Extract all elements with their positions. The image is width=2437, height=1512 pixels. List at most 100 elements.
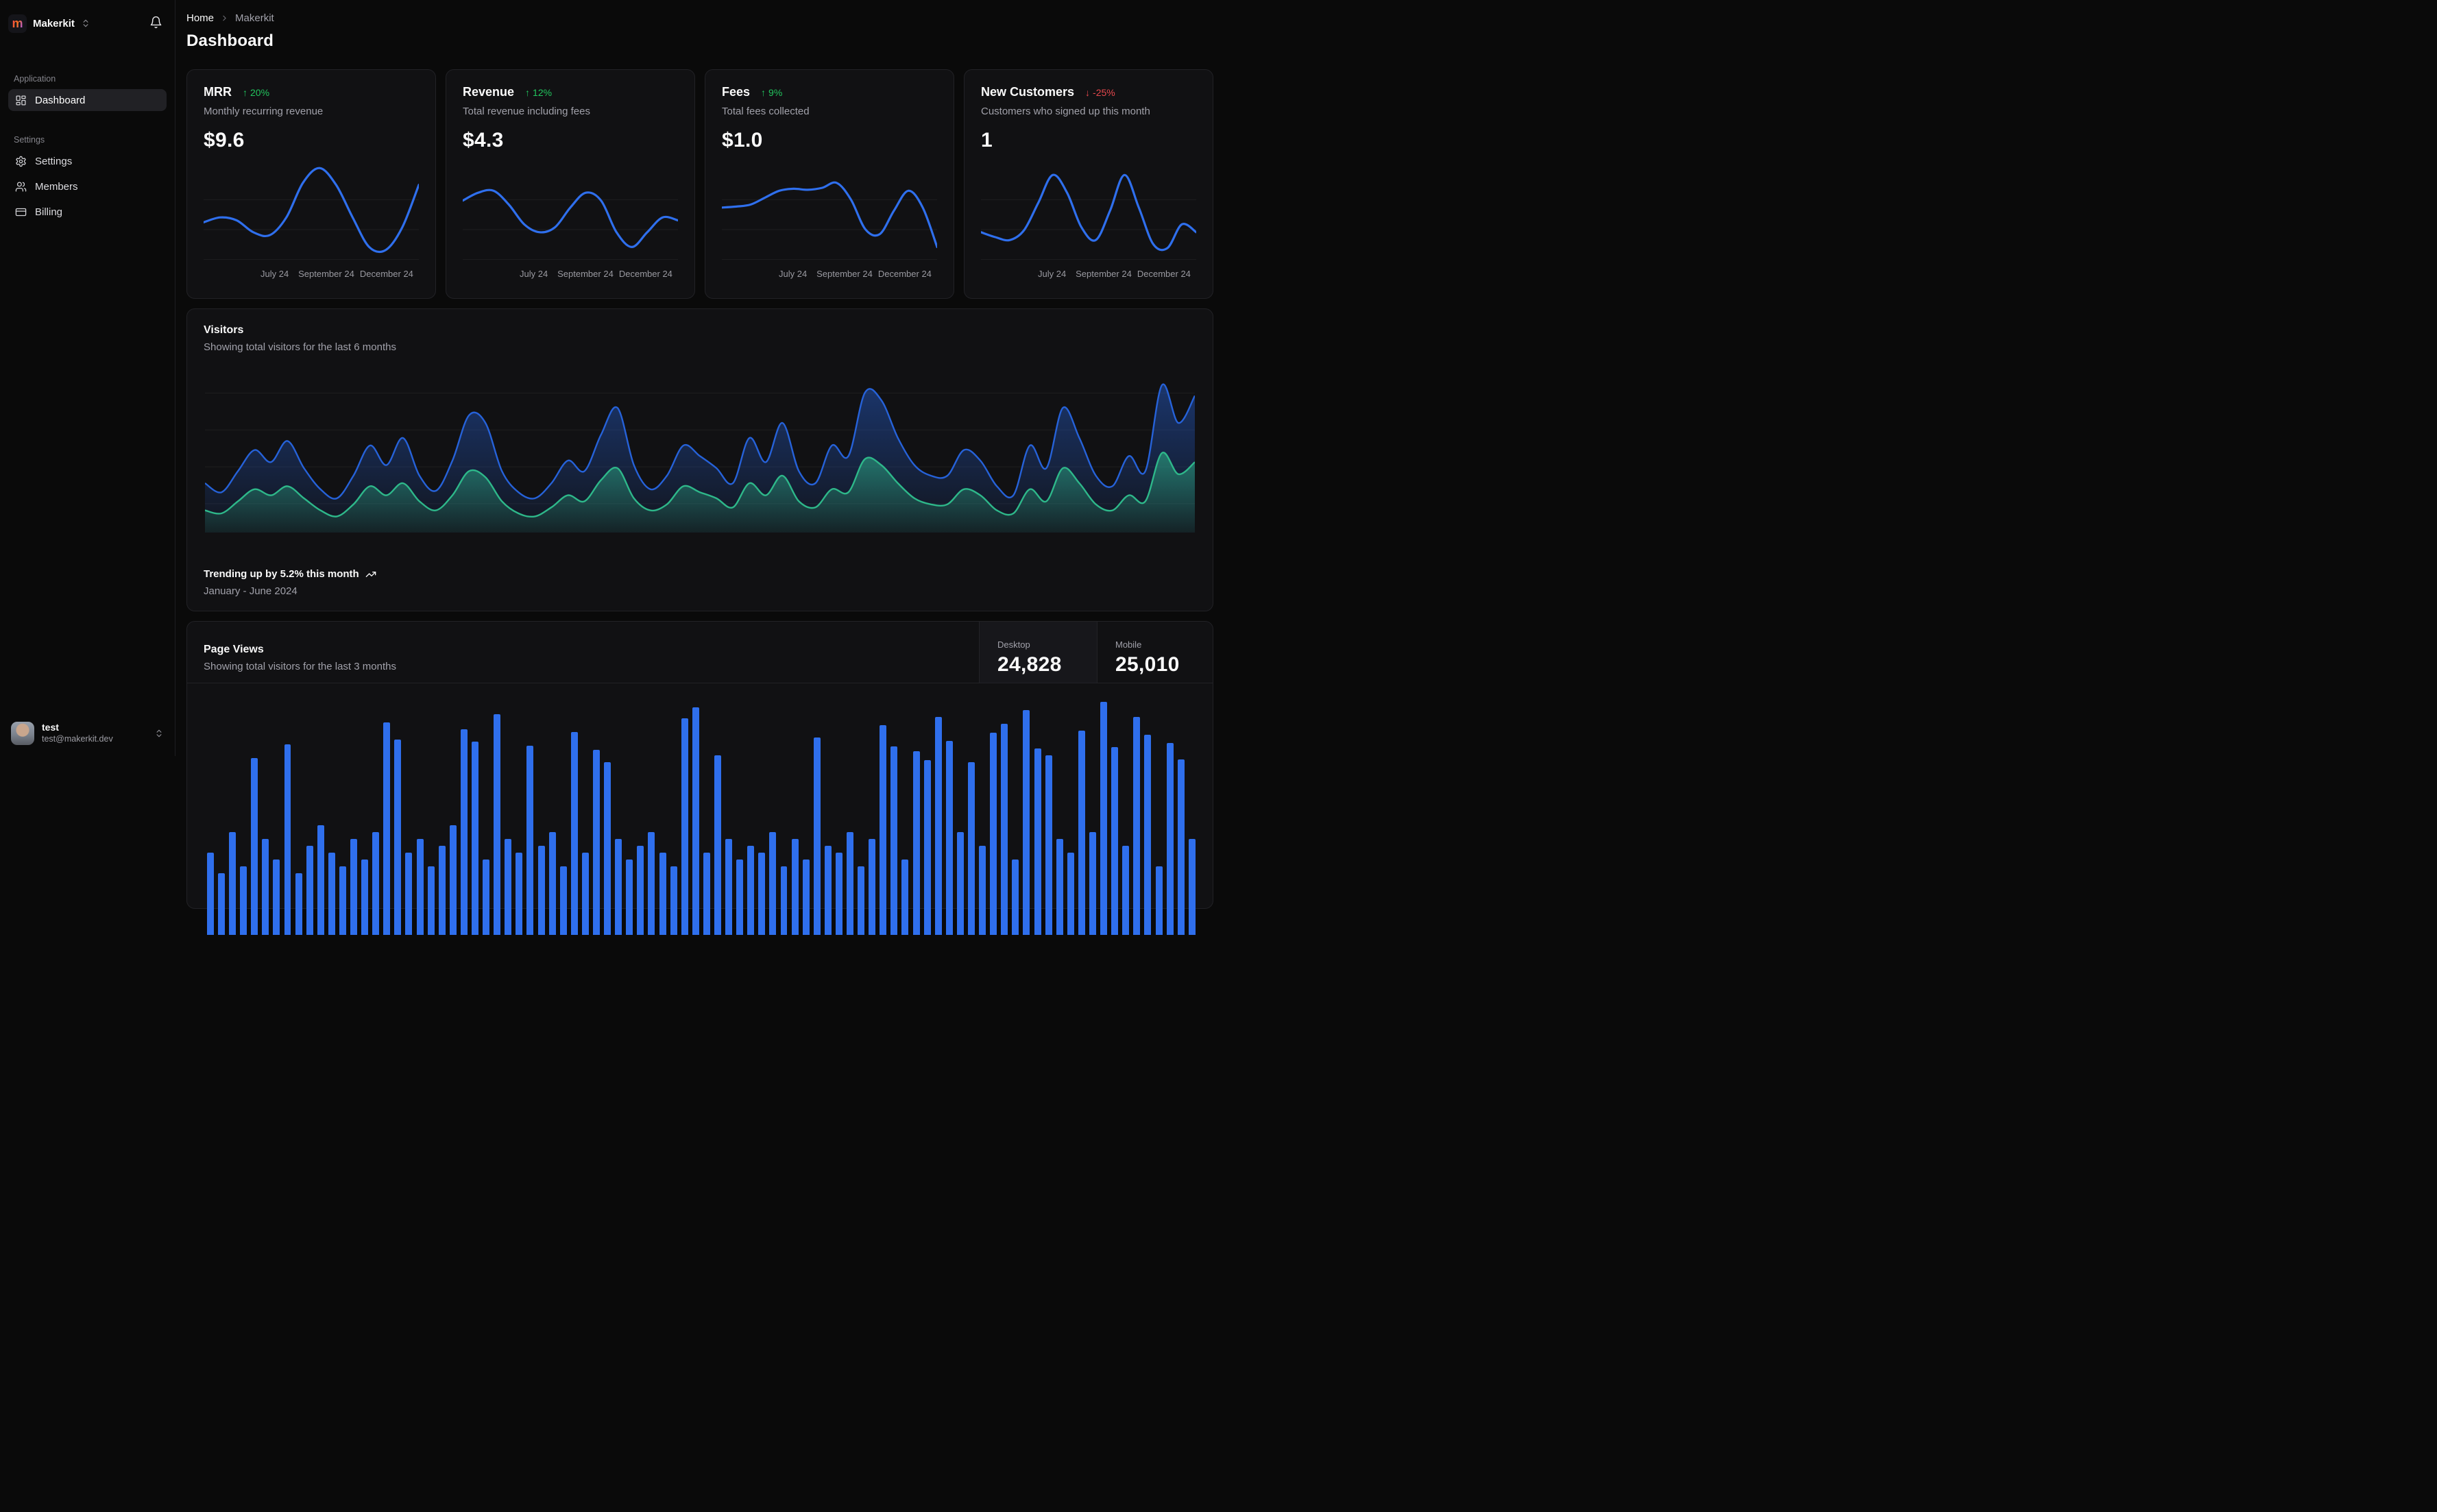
x-axis-ticks: July 24 September 24 December 24: [204, 269, 419, 280]
axis-tick-label: July 24: [260, 269, 289, 279]
bar: [912, 751, 920, 935]
fees-sparkline-chart: [722, 159, 937, 266]
bar: [494, 714, 501, 935]
metric-title: New Customers: [981, 85, 1075, 99]
page-views-subtitle: Showing total visitors for the last 3 mo…: [204, 661, 396, 672]
bar: [240, 866, 247, 935]
bar: [869, 839, 876, 935]
notifications-button[interactable]: [147, 13, 165, 34]
bar: [383, 722, 391, 935]
bell-icon: [149, 16, 162, 29]
bar: [659, 853, 666, 935]
axis-tick-label: December 24: [1137, 269, 1191, 279]
bar: [483, 859, 490, 935]
bar: [449, 825, 457, 935]
metric-title: Fees: [722, 85, 751, 99]
workspace-selector[interactable]: m Makerkit: [8, 14, 147, 33]
bar: [1100, 702, 1108, 935]
bar: [284, 744, 291, 935]
user-menu[interactable]: test test@makerkit.dev: [8, 719, 167, 748]
bar: [460, 729, 468, 935]
bar: [350, 839, 358, 935]
user-name: test: [42, 722, 59, 733]
mrr-line: [204, 168, 419, 252]
metric-value: $4.3: [463, 129, 504, 151]
bar: [637, 846, 644, 935]
sidebar-item-settings[interactable]: Settings: [8, 150, 167, 172]
bar: [1122, 846, 1130, 935]
bar: [295, 873, 302, 935]
gear-icon: [15, 156, 27, 167]
metric-value: $1.0: [722, 129, 763, 151]
bar: [802, 859, 810, 935]
main-content: Home Makerkit Dashboard MRR ↑ 20% Monthly…: [175, 0, 1219, 935]
bar: [570, 732, 578, 935]
trend-arrow-icon: ↑: [525, 87, 531, 98]
breadcrumb-home-link[interactable]: Home: [186, 12, 214, 24]
bar: [847, 832, 854, 935]
bar: [692, 707, 699, 935]
bar: [890, 746, 898, 935]
bar: [251, 758, 258, 935]
bar: [1188, 839, 1196, 935]
bar: [317, 825, 324, 935]
bar: [1133, 717, 1141, 935]
bar: [615, 839, 622, 935]
bar: [769, 832, 777, 935]
sidebar-item-label: Members: [35, 180, 78, 193]
bar: [956, 832, 964, 935]
new-customers-line: [981, 175, 1196, 250]
metric-subtitle: Total revenue including fees: [463, 106, 590, 117]
sidebar-header: m Makerkit: [8, 10, 167, 37]
axis-tick-label: September 24: [816, 269, 873, 279]
bar: [858, 866, 865, 935]
bar: [581, 853, 589, 935]
bar: [670, 866, 677, 935]
new-customers-sparkline-chart: [981, 159, 1196, 266]
user-info: test test@makerkit.dev: [42, 722, 113, 744]
bar: [1012, 859, 1019, 935]
sidebar: m Makerkit Application Dashboard Setting…: [0, 0, 175, 756]
page-views-card: Page Views Showing total visitors for th…: [186, 621, 1213, 935]
bar: [725, 839, 733, 935]
bar: [361, 859, 369, 935]
bar: [1144, 735, 1152, 935]
bar: [1067, 853, 1074, 935]
chevrons-up-down-icon: [154, 729, 164, 738]
trend-arrow-icon: ↓: [1085, 87, 1091, 98]
desktop-toggle-button[interactable]: Desktop 24,828: [979, 622, 1097, 683]
sidebar-section-label: Settings: [14, 135, 45, 145]
page-views-toggle: Desktop 24,828 Mobile 25,010: [979, 622, 1213, 683]
bar: [758, 853, 766, 935]
metric-card-mrr: MRR ↑ 20% Monthly recurring revenue $9.6 …: [186, 69, 436, 299]
bar: [791, 839, 799, 935]
bar: [1166, 743, 1174, 935]
bar: [1155, 866, 1163, 935]
page-title: Dashboard: [186, 32, 274, 50]
bar: [427, 866, 435, 935]
mobile-toggle-button[interactable]: Mobile 25,010: [1097, 622, 1213, 683]
bar: [990, 733, 997, 935]
bar: [747, 846, 755, 935]
sidebar-item-billing[interactable]: Billing: [8, 201, 167, 223]
trend-arrow-icon: ↑: [761, 87, 766, 98]
visitors-trend-line: Trending up by 5.2% this month: [204, 568, 376, 580]
bar: [880, 725, 887, 935]
axis-tick-label: September 24: [1076, 269, 1132, 279]
trend-badge: ↑ 12%: [525, 87, 553, 98]
bar: [1056, 839, 1063, 935]
bar: [901, 859, 909, 935]
bar: [505, 839, 512, 935]
visitors-card: Visitors Showing total visitors for the …: [186, 308, 1213, 611]
bar: [1111, 747, 1119, 935]
stat-value: 25,010: [1115, 653, 1180, 676]
bar: [526, 746, 534, 935]
bar: [648, 832, 655, 935]
sidebar-item-dashboard[interactable]: Dashboard: [8, 89, 167, 111]
bar: [306, 846, 313, 935]
avatar: [11, 722, 34, 745]
axis-tick-label: September 24: [298, 269, 354, 279]
sidebar-item-members[interactable]: Members: [8, 175, 167, 197]
pageviews-bar-chart: [205, 688, 1198, 935]
metric-card-new-customers: New Customers ↓ -25% Customers who signed…: [964, 69, 1213, 299]
